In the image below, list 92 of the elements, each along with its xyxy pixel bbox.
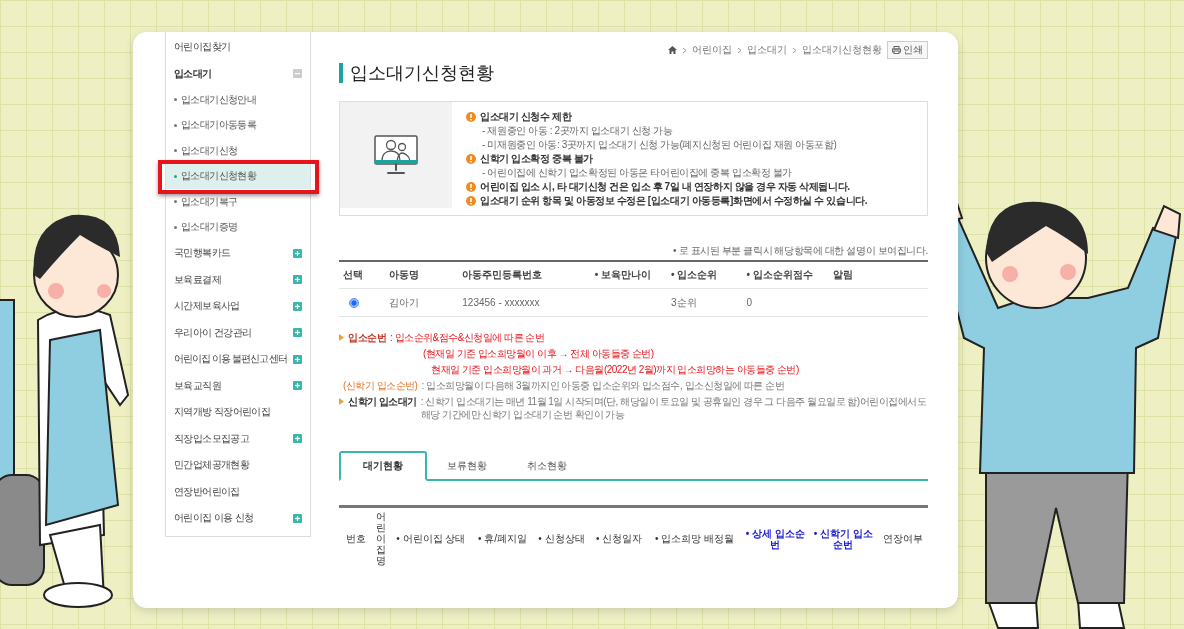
tab[interactable]: 보류현황 xyxy=(427,451,507,481)
sidebar-item[interactable]: 국민행복카드 xyxy=(174,246,231,261)
sidebar-subitem[interactable]: 입소대기신청 xyxy=(166,138,310,164)
breadcrumb-link[interactable]: 입소대기신청현황 xyxy=(802,43,882,57)
sidebar-item[interactable]: 우리아이 건강관리 xyxy=(174,325,252,340)
bullet-icon xyxy=(174,225,177,229)
sidebar-subitem[interactable]: 입소대기증명 xyxy=(166,214,310,240)
warning-icon xyxy=(466,181,476,192)
notice-heading: 신학기 입소확정 중복 불가 xyxy=(480,152,593,165)
warning-icon xyxy=(466,195,476,206)
notice-heading: 입소대기 신청수 제한 xyxy=(480,110,572,123)
minus-icon[interactable] xyxy=(293,69,302,79)
monitor-people-icon xyxy=(373,134,419,176)
table-cell: 123456 - xxxxxxx xyxy=(462,297,540,308)
page-title: 입소대기신청현황 xyxy=(339,63,928,83)
breadcrumb-link[interactable]: 입소대기 xyxy=(747,43,787,57)
plus-icon[interactable] xyxy=(293,513,302,523)
chevron-icon xyxy=(682,46,687,54)
column-header[interactable]: • 상세 입소순번 xyxy=(741,506,810,569)
column-header: • 보육만나이 xyxy=(590,261,668,289)
notice-heading: 입소대기 순위 항목 및 아동정보 수정은 [입소대기 아동등록]화면에서 수정하실 수 있습니다. xyxy=(480,194,868,207)
column-header: 아동주민등록번호 xyxy=(458,261,591,289)
notice-detail: - 어린이집에 신학기 입소확정된 아동은 타어린이집에 중복 입소확정 불가 xyxy=(481,166,793,179)
notice-detail: - 재원중인 아동 : 2곳까지 입소대기 신청 가능 xyxy=(481,124,674,137)
chevron-icon xyxy=(737,46,742,54)
bullet-icon xyxy=(174,149,177,153)
note-label: 입소순번 xyxy=(348,331,386,344)
plus-icon[interactable] xyxy=(293,275,302,285)
plus-icon[interactable] xyxy=(293,381,302,391)
notice-heading: 어린이집 입소 시, 타 대기신청 건은 입소 후 7일 내 연장하지 않을 경우 자동 삭제됩니다. xyxy=(480,180,850,193)
printer-icon xyxy=(892,46,901,54)
column-header: • 입소순위 xyxy=(667,261,743,289)
plus-icon[interactable] xyxy=(293,248,302,258)
tab[interactable]: 취소현황 xyxy=(507,451,587,481)
column-header: 알림 xyxy=(828,261,928,289)
print-button[interactable]: 인쇄 xyxy=(887,41,928,59)
notice-detail: - 미재원중인 아동: 3곳까지 입소대기 신청 가능(폐지신청된 어린이집 재원 아동포함) xyxy=(481,138,838,151)
chevron-icon xyxy=(792,46,797,54)
bullet-icon xyxy=(174,200,177,204)
warning-icon xyxy=(466,111,476,122)
table-cell: 3순위 xyxy=(671,296,697,308)
sidebar-item[interactable]: 어린이집찾기 xyxy=(174,40,231,55)
note-text: (현재일 기준 입소희망월이 이후 → 전체 아동들중 순번) xyxy=(423,348,654,359)
sidebar-subitem[interactable]: 입소대기복구 xyxy=(166,189,310,215)
triangle-bullet-icon xyxy=(339,398,344,405)
sidebar-item[interactable]: 어린이집 이용 불편신고 센터 xyxy=(174,352,288,367)
note-label: 신학기 입소대기 xyxy=(348,395,417,409)
plus-icon[interactable] xyxy=(293,354,302,364)
bullet-icon xyxy=(174,174,177,178)
warning-icon xyxy=(466,153,476,164)
column-header: 어린이집명 xyxy=(372,506,390,569)
column-header: 선택 xyxy=(339,261,385,289)
bullet-icon xyxy=(174,98,177,102)
column-header: • 신청일자 xyxy=(590,506,648,569)
sidebar-subitem[interactable]: 입소대기신청현황 xyxy=(166,163,310,189)
column-header: 아동명 xyxy=(384,261,459,289)
table-cell: 김아기 xyxy=(388,296,419,308)
bullet-icon xyxy=(174,123,177,127)
table-cell: 0 xyxy=(746,297,752,308)
sidebar-item[interactable]: 지역개방 직장어린이집 xyxy=(174,405,271,420)
note-label: (신학기 입소순번) xyxy=(343,379,418,392)
triangle-bullet-icon xyxy=(339,334,344,341)
plus-icon[interactable] xyxy=(293,301,302,311)
note-text: 현재일 기준 입소희망월이 과거 → 다음월(2022년 2월)까지 입소희망하는 아동들중 순번) xyxy=(431,364,799,375)
sidebar-item[interactable]: 시간제보육사업 xyxy=(174,299,240,314)
column-header: • 입소희망 배정월 xyxy=(647,506,742,569)
column-header: • 신청상태 xyxy=(532,506,591,569)
column-header: • 입소순위점수 xyxy=(742,261,829,289)
column-header: • 어린이집 상태 xyxy=(389,506,473,569)
sidebar-item[interactable]: 보육교직원 xyxy=(174,378,221,393)
sidebar-subitem[interactable]: 입소대기신청안내 xyxy=(166,87,310,113)
column-header: 번호 xyxy=(339,506,372,569)
plus-icon[interactable] xyxy=(293,434,302,444)
note-text: : 신학기 입소대기는 매년 11월 1일 시작되며(단, 해당일이 토요일 및 공휴일인 경우 그 다음주 월요일로 함)어린이집에서도 해당 기간에만 신학기 입소대기 순번 확인이 가능 xyxy=(420,395,928,421)
sidebar-item[interactable]: 입소대기 xyxy=(174,66,212,81)
home-icon[interactable] xyxy=(668,46,677,54)
help-note: • 로 표시된 부분 클릭시 해당항목에 대한 설명이 보여집니다. xyxy=(672,244,928,258)
tab[interactable]: 대기현황 xyxy=(339,451,427,481)
sidebar-subitem[interactable]: 입소대기아동등록 xyxy=(166,112,310,138)
breadcrumb-link[interactable]: 어린이집 xyxy=(692,43,732,57)
sidebar-item[interactable]: 직장입소모집공고 xyxy=(174,431,250,446)
plus-icon[interactable] xyxy=(293,328,302,338)
column-header[interactable]: • 신학기 입소순번 xyxy=(809,506,878,569)
column-header: 연장여부 xyxy=(877,506,928,569)
sidebar-item[interactable]: 보육료결제 xyxy=(174,272,221,287)
sidebar-item[interactable]: 민간업체공개현황 xyxy=(174,458,250,473)
radio-button[interactable] xyxy=(349,297,359,308)
column-header: • 휴/폐지일 xyxy=(472,506,533,569)
note-text: : 입소순위&점수&신청일에 따른 순번 xyxy=(390,331,545,344)
note-text: : 입소희망월이 다음해 3월까지인 아동중 입소순위와 입소점수, 입소신청일에 따른 순번 xyxy=(421,379,785,392)
sidebar-item[interactable]: 연장반어린이집 xyxy=(174,484,240,499)
sidebar-item[interactable]: 어린이집 이용 신청 xyxy=(174,511,254,526)
